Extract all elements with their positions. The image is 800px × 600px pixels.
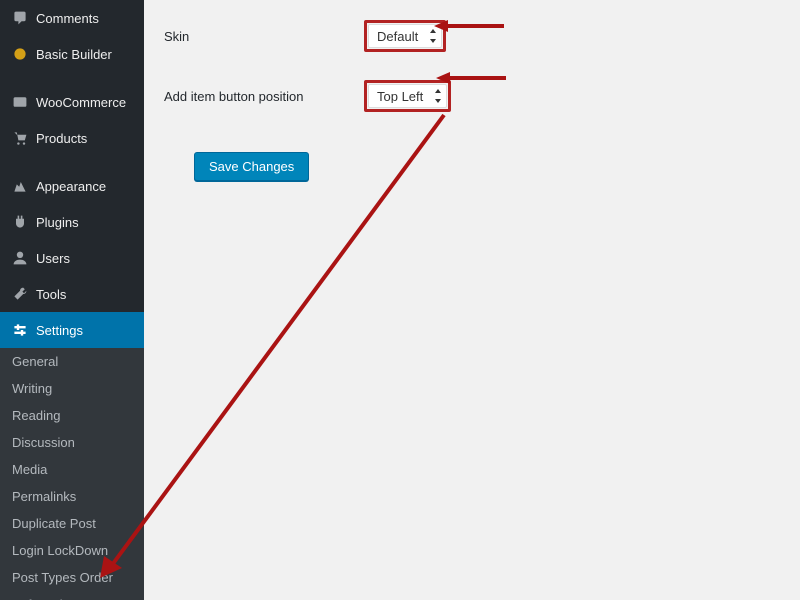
sidebar-item-users[interactable]: Users — [0, 240, 144, 276]
form-row-button-position: Add item button position Top Left — [164, 80, 780, 112]
sidebar-item-label: Plugins — [36, 215, 79, 230]
settings-icon — [10, 320, 30, 340]
save-changes-button[interactable]: Save Changes — [194, 152, 309, 181]
products-icon — [10, 128, 30, 148]
plugins-icon — [10, 212, 30, 232]
sidebar-item-basic-builder[interactable]: Basic Builder — [0, 36, 144, 72]
sidebar-item-label: Users — [36, 251, 70, 266]
sidebar-item-label: Settings — [36, 323, 83, 338]
sub-item-login-lockdown[interactable]: Login LockDown — [0, 537, 144, 564]
sidebar-item-label: Comments — [36, 11, 99, 26]
select-wrap-button-position: Top Left — [368, 84, 447, 108]
appearance-icon — [10, 176, 30, 196]
skin-select[interactable]: Default — [368, 24, 442, 48]
admin-sidebar: Comments Basic Builder WooCommerce Produ… — [0, 0, 144, 600]
sub-item-post-types-order[interactable]: Post Types Order — [0, 564, 144, 591]
select-wrap-skin: Default — [368, 24, 442, 48]
highlight-button-position: Top Left — [364, 80, 451, 112]
main-content: Skin Default Add item button position To… — [144, 0, 800, 600]
comments-icon — [10, 8, 30, 28]
form-label-button-position: Add item button position — [164, 89, 364, 104]
sidebar-item-comments[interactable]: Comments — [0, 0, 144, 36]
sidebar-item-label: Appearance — [36, 179, 106, 194]
sidebar-item-products[interactable]: Products — [0, 120, 144, 156]
sidebar-item-settings[interactable]: Settings — [0, 312, 144, 348]
sidebar-item-label: Products — [36, 131, 87, 146]
sidebar-item-plugins[interactable]: Plugins — [0, 204, 144, 240]
sidebar-item-woocommerce[interactable]: WooCommerce — [0, 84, 144, 120]
button-position-select[interactable]: Top Left — [368, 84, 447, 108]
sub-item-discussion[interactable]: Discussion — [0, 429, 144, 456]
form-row-skin: Skin Default — [164, 20, 780, 52]
form-label-skin: Skin — [164, 29, 364, 44]
sidebar-item-label: WooCommerce — [36, 95, 126, 110]
sidebar-item-tools[interactable]: Tools — [0, 276, 144, 312]
sidebar-item-label: Basic Builder — [36, 47, 112, 62]
sidebar-item-appearance[interactable]: Appearance — [0, 168, 144, 204]
sub-item-permalinks[interactable]: Permalinks — [0, 483, 144, 510]
sub-item-safecode[interactable]: SafeCode — [0, 591, 144, 600]
highlight-skin: Default — [364, 20, 446, 52]
sub-item-media[interactable]: Media — [0, 456, 144, 483]
builder-icon — [10, 44, 30, 64]
sub-item-writing[interactable]: Writing — [0, 375, 144, 402]
woocommerce-icon — [10, 92, 30, 112]
sub-item-general[interactable]: General — [0, 348, 144, 375]
sub-item-reading[interactable]: Reading — [0, 402, 144, 429]
users-icon — [10, 248, 30, 268]
sidebar-item-label: Tools — [36, 287, 66, 302]
settings-submenu: General Writing Reading Discussion Media… — [0, 348, 144, 600]
sub-item-duplicate-post[interactable]: Duplicate Post — [0, 510, 144, 537]
tools-icon — [10, 284, 30, 304]
